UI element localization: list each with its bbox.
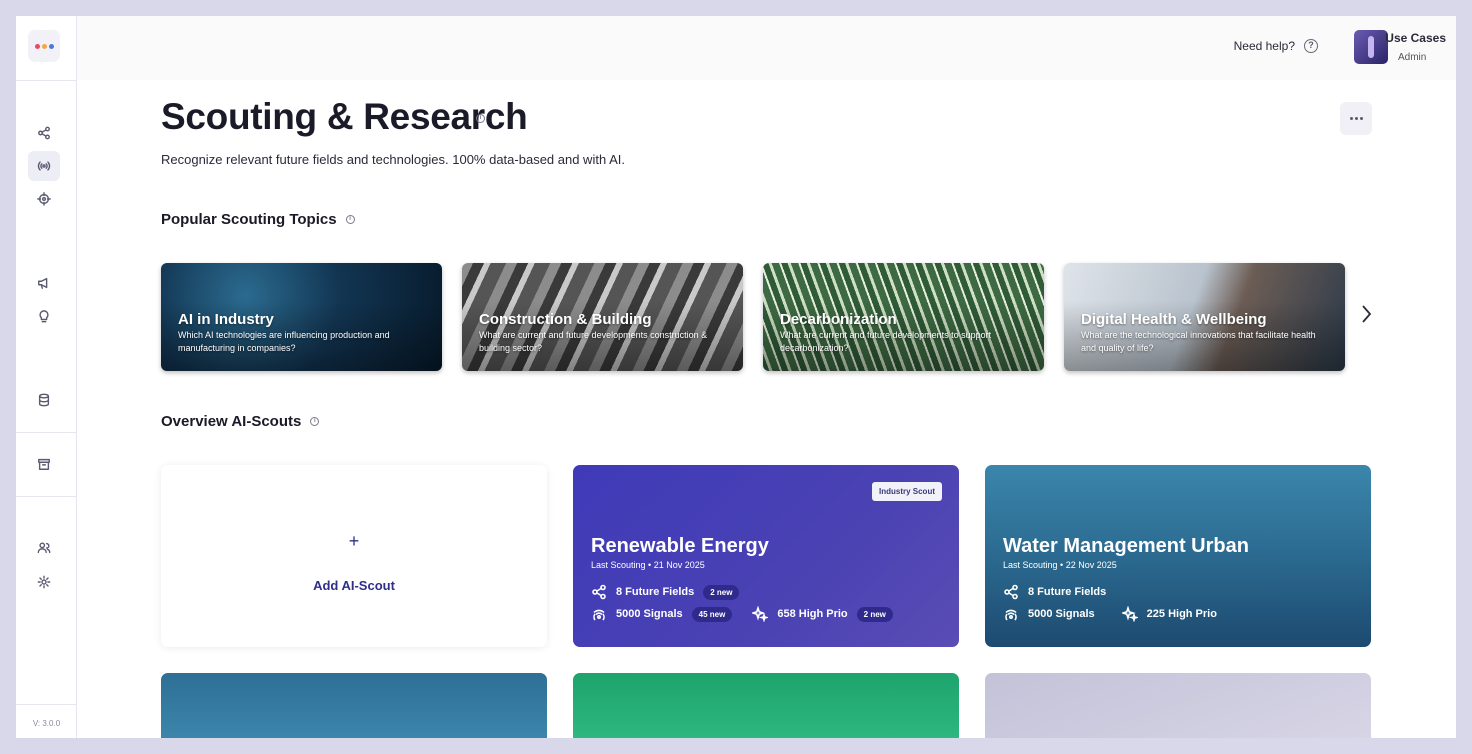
future-fields-stat: 8 Future Fields [1003, 584, 1106, 600]
new-badge: 45 new [691, 606, 733, 622]
signals-count: 5000 Signals [1028, 608, 1095, 620]
scout-card-water-management[interactable]: Water Management Urban Last Scouting • 2… [985, 465, 1371, 647]
sidebar-item-settings[interactable] [28, 567, 60, 597]
topic-title: Decarbonization [780, 311, 897, 328]
help-label: Need help? [1233, 39, 1295, 53]
lightbulb-icon [39, 310, 49, 323]
plus-icon: + [348, 531, 360, 551]
page-subtitle: Recognize relevant future fields and tec… [161, 152, 625, 167]
high-prio-count: 658 High Prio [777, 608, 848, 620]
sidebar-item-announcements[interactable] [28, 268, 60, 298]
sidebar: V: 3.0.0 [16, 16, 77, 738]
scout-type-badge: Industry Scout [871, 482, 942, 501]
section-title: Overview AI-Scouts [161, 413, 302, 430]
section-title: Popular Scouting Topics [161, 211, 337, 228]
future-fields-count: 8 Future Fields [1028, 586, 1107, 598]
sparkles-icon [752, 606, 769, 622]
section-heading-popular: Popular Scouting Topics i [161, 211, 355, 228]
signals-stat: 5000 Signals 225 High Prio [1003, 606, 1217, 622]
chevron-right-icon [1362, 305, 1372, 323]
info-icon[interactable]: i [310, 417, 320, 426]
users-icon [37, 542, 51, 554]
share-nodes-icon [38, 126, 50, 140]
topic-title: AI in Industry [178, 311, 274, 328]
topic-description: Which AI technologies are influencing pr… [178, 330, 390, 353]
scout-card[interactable] [573, 673, 959, 738]
top-bar: Need help? ? Use Cases [77, 16, 1456, 80]
signals-count: 5000 Signals [616, 608, 683, 620]
sidebar-item-scouting[interactable] [28, 151, 60, 181]
sidebar-item-target[interactable] [28, 184, 60, 214]
sidebar-item-users[interactable] [28, 533, 60, 563]
gear-icon [37, 575, 51, 589]
topic-description: What are the technological innovations t… [1081, 330, 1316, 353]
app-logo[interactable] [28, 30, 60, 62]
section-heading-overview: Overview AI-Scouts i [161, 413, 320, 430]
megaphone-icon [38, 277, 48, 289]
app-window: V: 3.0.0 Need help? ? Use Cases Admin Sc… [16, 16, 1456, 738]
dot-icon [1349, 117, 1353, 120]
carousel-next-button[interactable] [1358, 304, 1374, 324]
scout-card[interactable] [985, 673, 1371, 738]
question-circle-icon: ? [1304, 39, 1318, 53]
info-icon[interactable]: i [476, 114, 485, 123]
sidebar-item-database[interactable] [28, 385, 60, 415]
sidebar-divider [16, 80, 77, 81]
new-badge: 2 new [703, 584, 740, 600]
sidebar-item-archive[interactable] [28, 449, 60, 479]
scout-title: Renewable Energy [591, 535, 769, 557]
help-link[interactable]: Need help? ? [1234, 39, 1318, 53]
share-nodes-icon [592, 584, 606, 600]
last-scouting-date: Last Scouting • 21 Nov 2025 [591, 560, 705, 570]
topic-title: Digital Health & Wellbeing [1081, 311, 1267, 328]
topic-card-decarbonization[interactable]: Decarbonization What are current and fut… [763, 263, 1044, 371]
topic-description: What are current and future developments… [780, 330, 992, 353]
avatar[interactable] [1354, 30, 1388, 64]
future-fields-stat: 8 Future Fields 2 new [591, 584, 740, 600]
sparkles-icon [1121, 606, 1138, 622]
topic-description: What are current and future developments… [479, 330, 708, 353]
scout-card-renewable-energy[interactable]: Industry Scout Renewable Energy Last Sco… [573, 465, 959, 647]
dot-icon [1359, 117, 1363, 120]
scout-title: Water Management Urban [1003, 535, 1249, 557]
high-prio-count: 225 High Prio [1146, 608, 1217, 620]
scout-card[interactable] [161, 673, 547, 738]
topic-title: Construction & Building [479, 311, 652, 328]
more-options-button[interactable] [1340, 102, 1372, 135]
new-badge: 2 new [856, 606, 893, 622]
sidebar-divider [16, 704, 77, 705]
topic-card-digital-health[interactable]: Digital Health & Wellbeing What are the … [1064, 263, 1345, 371]
crosshair-icon [37, 192, 51, 206]
dot-icon [1354, 117, 1358, 120]
signal-broadcast-icon [1005, 609, 1017, 621]
user-name[interactable]: Use Cases [1385, 31, 1446, 45]
sidebar-divider [16, 432, 77, 433]
info-icon[interactable]: i [345, 215, 355, 224]
user-role: Admin [1398, 52, 1427, 63]
last-scouting-date: Last Scouting • 22 Nov 2025 [1003, 560, 1117, 570]
signal-broadcast-icon [37, 161, 51, 171]
sidebar-item-network[interactable] [28, 118, 60, 148]
sidebar-divider [16, 496, 77, 497]
topic-card-construction[interactable]: Construction & Building What are current… [462, 263, 743, 371]
topic-card-ai-in-industry[interactable]: AI in Industry Which AI technologies are… [161, 263, 442, 371]
sidebar-item-ideas[interactable] [28, 301, 60, 331]
future-fields-count: 8 Future Fields [616, 586, 695, 598]
database-icon [38, 393, 50, 407]
archive-box-icon [38, 458, 50, 470]
app-version: V: 3.0.0 [32, 719, 61, 728]
signals-stat: 5000 Signals 45 new 658 High Prio 2 new [591, 606, 893, 622]
add-ai-scout-label: Add AI-Scout [313, 578, 395, 593]
add-ai-scout-card[interactable]: + Add AI-Scout [161, 465, 547, 647]
signal-broadcast-icon [593, 609, 605, 621]
share-nodes-icon [1004, 584, 1018, 600]
page-title: Scouting & Research [161, 96, 528, 137]
